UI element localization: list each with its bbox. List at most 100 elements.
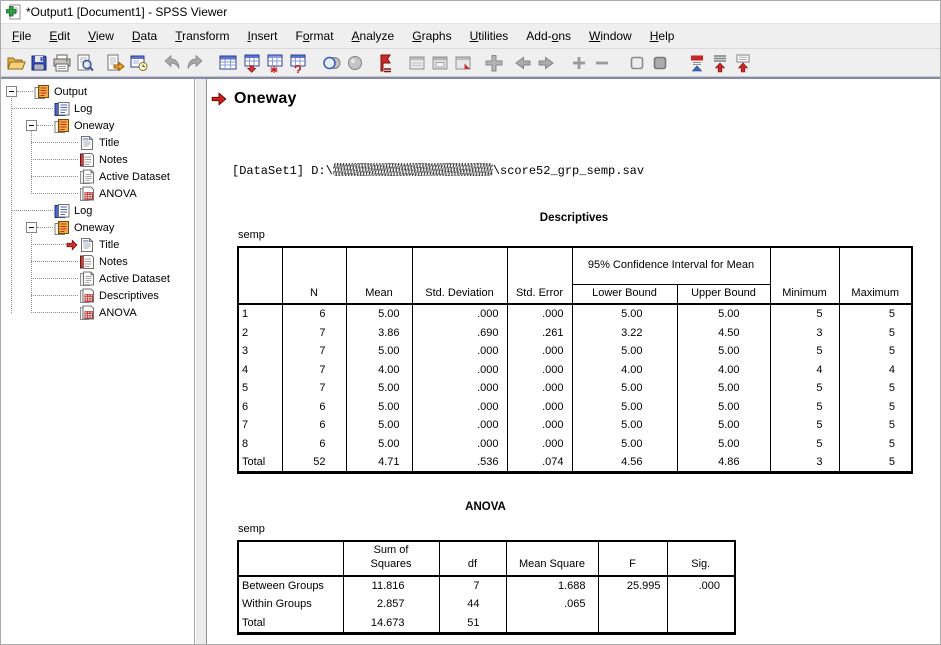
find-icon[interactable] (285, 51, 308, 74)
tree-item-label: Title (99, 239, 119, 251)
tree-item-title[interactable]: Title (1, 134, 194, 151)
tree-item-label: Notes (99, 256, 128, 268)
title-bar: *Output1 [Document1] - SPSS Viewer (1, 1, 940, 23)
menu-transform[interactable]: Transform (166, 26, 238, 46)
recall-dialogs-icon[interactable] (127, 51, 150, 74)
goto-case-icon[interactable] (239, 51, 262, 74)
demote-icon[interactable] (534, 51, 557, 74)
goto-data-icon[interactable] (216, 51, 239, 74)
tree-connector (37, 125, 53, 126)
activate-window-icon[interactable] (428, 51, 451, 74)
outline-pane[interactable]: OutputLogOnewayTitleNotesActive DatasetA… (1, 79, 194, 644)
menu-file[interactable]: File (3, 26, 40, 46)
menu-insert[interactable]: Insert (238, 26, 286, 46)
doc-table-icon (79, 305, 95, 321)
doc-title-icon (79, 135, 95, 151)
tree-item-oneway[interactable]: Oneway (1, 219, 194, 236)
window-controls-icon[interactable] (451, 51, 474, 74)
descriptives-table[interactable]: NMeanStd. DeviationStd. Error95% Confide… (237, 246, 913, 474)
menu-analyze[interactable]: Analyze (343, 26, 404, 46)
anova-table[interactable]: Sum of SquaresdfMean SquareFSig.Between … (237, 540, 736, 635)
tree-item-anova[interactable]: ANOVA (1, 185, 194, 202)
tree-connector (31, 295, 78, 296)
spss-app-icon (5, 4, 21, 20)
menu-data[interactable]: Data (123, 26, 166, 46)
show-all-variables-icon[interactable] (343, 51, 366, 74)
tree-item-output[interactable]: Output (1, 83, 194, 100)
menu-format[interactable]: Format (287, 26, 343, 46)
export-output-icon[interactable] (104, 51, 127, 74)
print-icon[interactable] (50, 51, 73, 74)
column-header: N (282, 247, 346, 304)
dataset-path-prefix: [DataSet1] D:\ (232, 164, 333, 178)
tree-connector (31, 176, 78, 177)
tree-item-log[interactable]: Log (1, 100, 194, 117)
undo-icon[interactable] (160, 51, 183, 74)
tree-connector (31, 244, 66, 245)
show-output-icon[interactable] (625, 51, 648, 74)
toolbar-separator (150, 51, 160, 74)
promote-icon[interactable] (511, 51, 534, 74)
save-file-icon[interactable] (27, 51, 50, 74)
collapse-icon[interactable] (590, 51, 613, 74)
hide-output-icon[interactable] (648, 51, 671, 74)
anova-title: ANOVA (237, 501, 734, 513)
menu-window[interactable]: Window (580, 26, 641, 46)
tree-item-label: Oneway (74, 120, 114, 132)
ci-spanner-header: 95% Confidence Interval for Mean (572, 247, 770, 284)
menu-add-ons[interactable]: Add-ons (517, 26, 580, 46)
doc-notes-icon (79, 254, 95, 270)
redo-icon[interactable] (183, 51, 206, 74)
tree-connector (31, 159, 78, 160)
tree-item-active-dataset[interactable]: Active Dataset (1, 270, 194, 287)
pane-splitter[interactable] (194, 79, 207, 644)
anova-corner-label: semp (238, 523, 265, 535)
tree-item-log[interactable]: Log (1, 202, 194, 219)
insert-title-icon[interactable] (708, 51, 731, 74)
tree-item-title[interactable]: Title (1, 236, 194, 253)
move-selection-icon[interactable] (482, 51, 505, 74)
descriptives-corner-label: semp (238, 229, 265, 241)
run-script-icon[interactable] (374, 51, 397, 74)
menu-graphs[interactable]: Graphs (403, 26, 460, 46)
tree-connector (37, 227, 53, 228)
toolbar (1, 49, 940, 77)
toolbar-separator (557, 51, 567, 74)
insert-heading-icon[interactable] (685, 51, 708, 74)
expand-icon[interactable] (567, 51, 590, 74)
window-title: *Output1 [Document1] - SPSS Viewer (26, 5, 227, 19)
variables-icon[interactable] (262, 51, 285, 74)
doc-table-icon (79, 288, 95, 304)
column-header: F (598, 541, 667, 576)
toolbar-separator (206, 51, 216, 74)
redacted-path-scribble (333, 163, 493, 176)
insert-text-icon[interactable] (731, 51, 754, 74)
tree-item-descriptives[interactable]: Descriptives (1, 287, 194, 304)
tree-item-active-dataset[interactable]: Active Dataset (1, 168, 194, 185)
tree-item-anova[interactable]: ANOVA (1, 304, 194, 321)
column-header: df (439, 541, 506, 576)
print-preview-icon[interactable] (73, 51, 96, 74)
designate-window-icon[interactable] (405, 51, 428, 74)
menu-edit[interactable]: Edit (40, 26, 79, 46)
current-item-arrow-icon (66, 239, 78, 251)
menu-help[interactable]: Help (641, 26, 684, 46)
anova-stub-header (238, 541, 343, 576)
tree-connector (31, 278, 78, 279)
book-red-icon (54, 118, 70, 134)
tree-item-notes[interactable]: Notes (1, 151, 194, 168)
tree-item-oneway[interactable]: Oneway (1, 117, 194, 134)
tree-item-label: Notes (99, 154, 128, 166)
output-pane[interactable]: Oneway [DataSet1] D:\\score52_grp_semp.s… (207, 79, 940, 644)
table-row: 375.00.000.0005.005.0055 (238, 342, 912, 361)
tree-item-notes[interactable]: Notes (1, 253, 194, 270)
current-item-arrow-icon (211, 92, 227, 106)
use-variable-sets-icon[interactable] (320, 51, 343, 74)
open-file-icon[interactable] (4, 51, 27, 74)
menu-view[interactable]: View (79, 26, 123, 46)
menu-utilities[interactable]: Utilities (461, 26, 518, 46)
tree-item-label: Log (74, 205, 92, 217)
tree-item-label: ANOVA (99, 307, 137, 319)
tree-item-label: Active Dataset (99, 171, 170, 183)
doc-dataset-icon (79, 271, 95, 287)
